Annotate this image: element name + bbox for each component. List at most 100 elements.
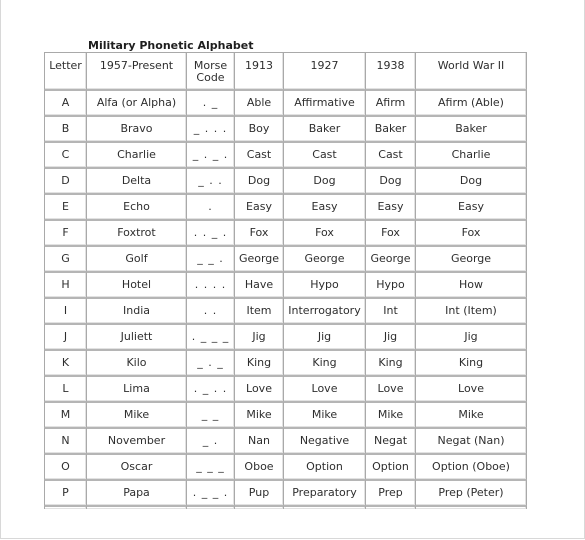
cell-world-war-ii: Love (415, 375, 527, 401)
cell-1938: Baker (365, 115, 415, 141)
cell-1957-present: Alfa (or Alpha) (86, 89, 186, 115)
cell-1938: Hypo (365, 271, 415, 297)
cell-world-war-ii: Easy (415, 193, 527, 219)
cell-letter: J (44, 323, 86, 349)
cell-morse-code: _ . . . (186, 115, 234, 141)
cell-1913: Mike (234, 401, 283, 427)
cell-1913: Pup (234, 479, 283, 505)
table-bottom-cell (186, 505, 234, 509)
cell-1938: King (365, 349, 415, 375)
cell-1913: Boy (234, 115, 283, 141)
table-row: D Delta _ . . Dog Dog Dog Dog (44, 167, 527, 193)
cell-letter: M (44, 401, 86, 427)
cell-1957-present: Foxtrot (86, 219, 186, 245)
cell-morse-code: . . _ . (186, 219, 234, 245)
cell-letter: G (44, 245, 86, 271)
cell-morse-code: . _ _ _ (186, 323, 234, 349)
cell-1938: Dog (365, 167, 415, 193)
cell-1913: Item (234, 297, 283, 323)
table-bottom-cell (86, 505, 186, 509)
document-title: Military Phonetic Alphabet (88, 39, 254, 52)
cell-1957-present: Bravo (86, 115, 186, 141)
cell-world-war-ii: George (415, 245, 527, 271)
table-row: I India. . Item Interrogatory Int Int (Item) (44, 297, 527, 323)
cell-letter: E (44, 193, 86, 219)
cell-morse-code: . . (186, 297, 234, 323)
cell-1927: Negative (283, 427, 365, 453)
cell-morse-code: _ _ . (186, 245, 234, 271)
cell-1913: Fox (234, 219, 283, 245)
cell-1927: Option (283, 453, 365, 479)
cell-1957-present: November (86, 427, 186, 453)
cell-morse-code: _ . _ . (186, 141, 234, 167)
cell-letter: H (44, 271, 86, 297)
cell-1957-present: Juliett (86, 323, 186, 349)
cell-world-war-ii: Mike (415, 401, 527, 427)
table-row: G Golf _ _ . George George George George (44, 245, 527, 271)
column-header-letter: Letter (44, 52, 86, 89)
cell-morse-code: _ _ (186, 401, 234, 427)
cell-1927: Fox (283, 219, 365, 245)
table-row: C Charlie _ . _ . Cast Cast Cast Charlie (44, 141, 527, 167)
cell-letter: N (44, 427, 86, 453)
cell-1927: Baker (283, 115, 365, 141)
table-row: N November _ . Nan Negative Negat Negat (Nan) (44, 427, 527, 453)
cell-1913: Easy (234, 193, 283, 219)
column-header-1957-present: 1957-Present (86, 52, 186, 89)
table-row: A Alfa (or Alpha). _ Able Affirmative Afirm A… (44, 89, 527, 115)
cell-world-war-ii: Baker (415, 115, 527, 141)
table-bottom-cell (415, 505, 527, 509)
cell-world-war-ii: Int (Item) (415, 297, 527, 323)
cell-morse-code: _ . _ (186, 349, 234, 375)
cell-morse-code: . _ _ . (186, 479, 234, 505)
cell-1957-present: Charlie (86, 141, 186, 167)
cell-1957-present: Kilo (86, 349, 186, 375)
cell-letter: L (44, 375, 86, 401)
cell-1938: Fox (365, 219, 415, 245)
cell-1957-present: Delta (86, 167, 186, 193)
cell-world-war-ii: Option (Oboe) (415, 453, 527, 479)
cell-morse-code: _ _ _ (186, 453, 234, 479)
table-row: J Juliett. _ _ _ Jig Jig Jig Jig (44, 323, 527, 349)
cell-world-war-ii: Fox (415, 219, 527, 245)
cell-1938: George (365, 245, 415, 271)
cell-1913: King (234, 349, 283, 375)
table-bottom-cell (365, 505, 415, 509)
cell-1957-present: Mike (86, 401, 186, 427)
cell-1927: Love (283, 375, 365, 401)
cell-1913: Able (234, 89, 283, 115)
column-header-morse-code: Morse Code (186, 52, 234, 89)
cell-1927: Jig (283, 323, 365, 349)
cell-1938: Int (365, 297, 415, 323)
cell-letter: B (44, 115, 86, 141)
cell-letter: C (44, 141, 86, 167)
cell-world-war-ii: Prep (Peter) (415, 479, 527, 505)
table-row: O Oscar _ _ _ Oboe Option Option Option (Oboe) (44, 453, 527, 479)
cell-morse-code: . _ . . (186, 375, 234, 401)
cell-world-war-ii: Dog (415, 167, 527, 193)
cell-1927: Interrogatory (283, 297, 365, 323)
column-header-1927: 1927 (283, 52, 365, 89)
table-bottom-cell (283, 505, 365, 509)
table-row: B Bravo _ . . . Boy Baker Baker Baker (44, 115, 527, 141)
cell-1938: Negat (365, 427, 415, 453)
cell-world-war-ii: Charlie (415, 141, 527, 167)
cell-1913: Have (234, 271, 283, 297)
table-row: E Echo. Easy Easy Easy Easy (44, 193, 527, 219)
column-header-1938: 1938 (365, 52, 415, 89)
cell-world-war-ii: Afirm (Able) (415, 89, 527, 115)
table-bottom-cell (234, 505, 283, 509)
cell-1913: Jig (234, 323, 283, 349)
cell-letter: K (44, 349, 86, 375)
cell-1938: Option (365, 453, 415, 479)
table-row: H Hotel. . . . Have Hypo Hypo How (44, 271, 527, 297)
cell-1927: Preparatory (283, 479, 365, 505)
column-header-1913: 1913 (234, 52, 283, 89)
cell-1957-present: Papa (86, 479, 186, 505)
cell-1957-present: Hotel (86, 271, 186, 297)
cell-1913: Cast (234, 141, 283, 167)
cell-1938: Cast (365, 141, 415, 167)
cell-1927: Affirmative (283, 89, 365, 115)
cell-1913: Dog (234, 167, 283, 193)
table-bottom-cell (44, 505, 86, 509)
